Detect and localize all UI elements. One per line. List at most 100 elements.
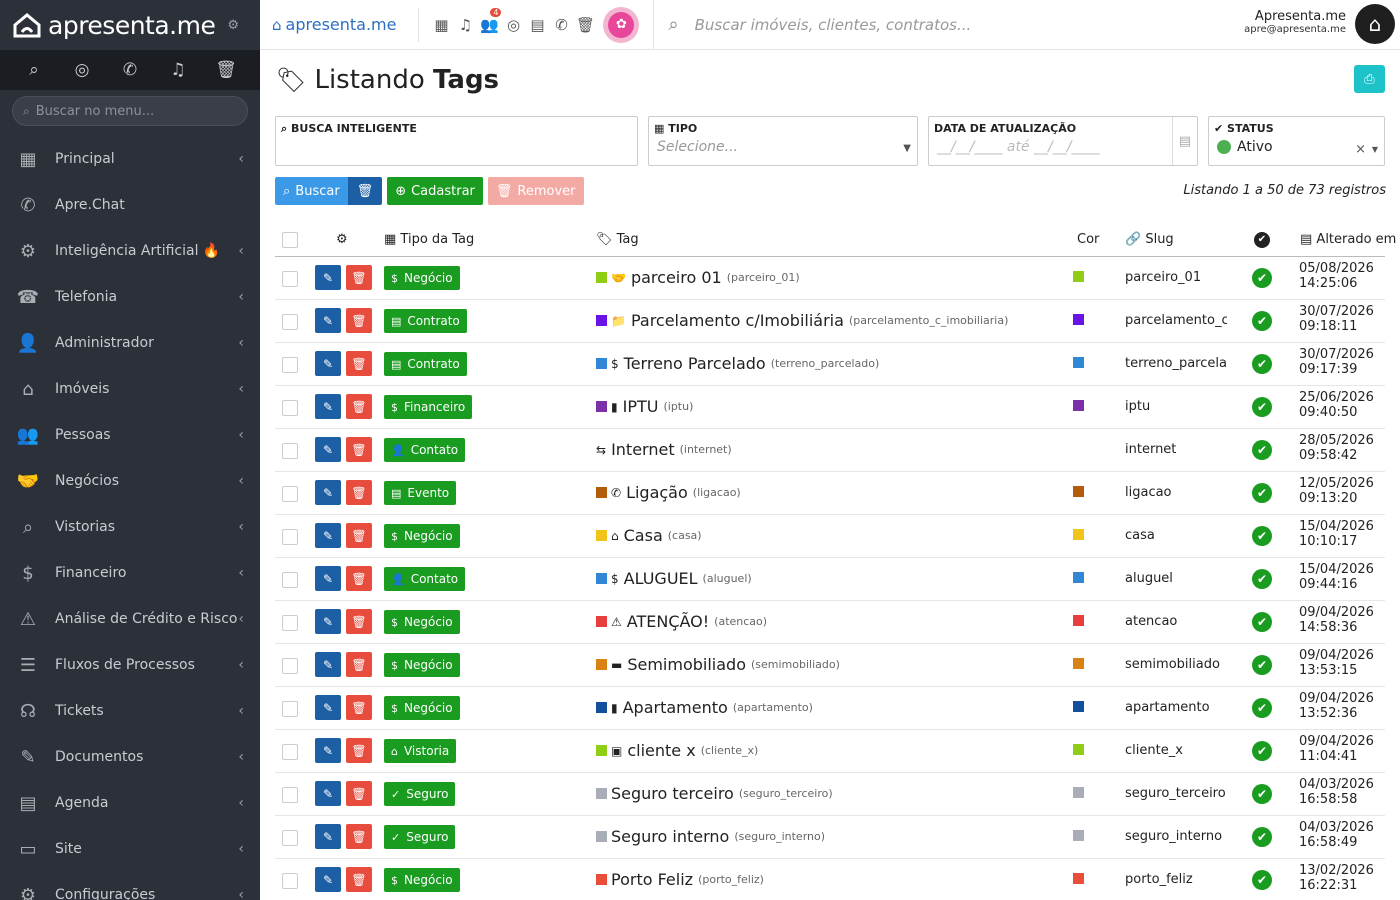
smart-search-field[interactable]: ⌕ BUSCA INTELIGENTE <box>275 116 638 166</box>
sidebar-item-1[interactable]: ✆ Apre.Chat <box>0 182 260 228</box>
edit-button[interactable]: ✎ <box>315 265 341 290</box>
calendar-icon[interactable]: ▤ <box>1172 117 1197 165</box>
row-checkbox[interactable] <box>282 357 298 373</box>
trash-icon[interactable]: 🗑 <box>573 16 597 34</box>
clear-icon[interactable]: × <box>1355 142 1366 157</box>
edit-button[interactable]: ✎ <box>315 781 341 806</box>
row-checkbox[interactable] <box>282 572 298 588</box>
sidebar-item-7[interactable]: 🤝 Negócios ‹ <box>0 458 260 504</box>
delete-button[interactable]: 🗑 <box>346 738 372 763</box>
row-checkbox[interactable] <box>282 615 298 631</box>
sidebar-item-5[interactable]: ⌂ Imóveis ‹ <box>0 366 260 412</box>
delete-button[interactable]: 🗑 <box>346 308 372 333</box>
row-checkbox[interactable] <box>282 271 298 287</box>
edit-button[interactable]: ✎ <box>315 394 341 419</box>
row-checkbox[interactable] <box>282 486 298 502</box>
remove-button[interactable]: 🗑 Remover <box>487 177 584 205</box>
delete-button[interactable]: 🗑 <box>346 609 372 634</box>
sidebar-item-11[interactable]: ☰ Fluxos de Processos ‹ <box>0 642 260 688</box>
ai-assistant-avatar[interactable]: ✿ <box>603 6 640 43</box>
column-slug[interactable]: Slug <box>1145 232 1173 247</box>
status-select[interactable]: ✔ STATUS Ativo × ▼ <box>1208 116 1385 166</box>
sidebar-item-14[interactable]: ▤ Agenda ‹ <box>0 780 260 826</box>
column-color[interactable]: Cor <box>1077 232 1099 247</box>
globe-icon[interactable]: ◎ <box>501 16 525 34</box>
select-all-checkbox[interactable] <box>282 232 298 248</box>
edit-button[interactable]: ✎ <box>315 480 341 505</box>
phone-icon[interactable]: ✆ <box>549 16 573 34</box>
globe-icon[interactable]: ◎ <box>67 60 97 80</box>
column-tag[interactable]: Tag <box>617 232 639 247</box>
delete-button[interactable]: 🗑 <box>346 867 372 892</box>
delete-button[interactable]: 🗑 <box>346 695 372 720</box>
edit-button[interactable]: ✎ <box>315 308 341 333</box>
sidebar-item-13[interactable]: ✎ Documentos ‹ <box>0 734 260 780</box>
row-checkbox[interactable] <box>282 443 298 459</box>
row-checkbox[interactable] <box>282 701 298 717</box>
row-checkbox[interactable] <box>282 529 298 545</box>
row-checkbox[interactable] <box>282 314 298 330</box>
column-updated[interactable]: Alterado em <box>1316 232 1396 247</box>
delete-button[interactable]: 🗑 <box>346 265 372 290</box>
edit-button[interactable]: ✎ <box>315 566 341 591</box>
type-select[interactable]: ▦ TIPO Selecione... ▼ <box>648 116 918 166</box>
settings-toggle-icon[interactable]: ⚙ <box>227 18 239 33</box>
user-avatar[interactable]: ⌂ <box>1355 4 1395 44</box>
delete-button[interactable]: 🗑 <box>346 480 372 505</box>
clear-filters-button[interactable]: 🗑 <box>347 177 383 205</box>
edit-button[interactable]: ✎ <box>315 695 341 720</box>
active-check-icon: ✔ <box>1252 397 1272 417</box>
user-info[interactable]: Apresenta.me apre@apresenta.me <box>1244 9 1346 35</box>
edit-button[interactable]: ✎ <box>315 738 341 763</box>
sidebar-item-0[interactable]: ▦ Principal ‹ <box>0 136 260 182</box>
sidebar-item-16[interactable]: ⚙ Configurações ‹ <box>0 872 260 900</box>
delete-button[interactable]: 🗑 <box>346 566 372 591</box>
sidebar-item-9[interactable]: $ Financeiro ‹ <box>0 550 260 596</box>
edit-button[interactable]: ✎ <box>315 609 341 634</box>
delete-button[interactable]: 🗑 <box>346 781 372 806</box>
sidebar-logo[interactable]: apresenta.me <box>48 11 216 40</box>
row-checkbox[interactable] <box>282 400 298 416</box>
delete-button[interactable]: 🗑 <box>346 351 372 376</box>
sidebar-item-4[interactable]: 👤 Administrador ‹ <box>0 320 260 366</box>
create-button[interactable]: ⊕ Cadastrar <box>387 177 483 205</box>
delete-button[interactable]: 🗑 <box>346 437 372 462</box>
sidebar-item-6[interactable]: 👥 Pessoas ‹ <box>0 412 260 458</box>
global-search-input[interactable]: ⌕ Buscar imóveis, clientes, contratos... <box>653 0 1213 50</box>
sidebar-item-8[interactable]: ⌕ Vistorias ‹ <box>0 504 260 550</box>
sidebar-item-12[interactable]: ☊ Tickets ‹ <box>0 688 260 734</box>
bell-icon[interactable]: ♫ <box>453 16 477 34</box>
search-button[interactable]: ⌕ Buscar <box>275 177 348 205</box>
sidebar-search-input[interactable]: ⌕ Buscar no menu... <box>12 96 248 126</box>
row-checkbox[interactable] <box>282 787 298 803</box>
edit-button[interactable]: ✎ <box>315 824 341 849</box>
edit-button[interactable]: ✎ <box>315 867 341 892</box>
row-checkbox[interactable] <box>282 658 298 674</box>
topbar-logo[interactable]: ⌂ apresenta.me <box>272 15 396 34</box>
trash-icon[interactable]: 🗑 <box>211 60 241 80</box>
row-checkbox[interactable] <box>282 873 298 889</box>
row-checkbox[interactable] <box>282 830 298 846</box>
delete-button[interactable]: 🗑 <box>346 523 372 548</box>
edit-button[interactable]: ✎ <box>315 652 341 677</box>
edit-button[interactable]: ✎ <box>315 523 341 548</box>
sidebar-item-10[interactable]: ⚠ Análise de Crédito e Risco ‹ <box>0 596 260 642</box>
users-icon[interactable]: 👥 4 <box>477 7 502 34</box>
print-button[interactable]: ⎙ <box>1354 65 1385 93</box>
row-checkbox[interactable] <box>282 744 298 760</box>
update-date-range[interactable]: DATA DE ATUALIZAÇÃO __/__/____ até __/__… <box>928 116 1198 166</box>
delete-button[interactable]: 🗑 <box>346 394 372 419</box>
edit-button[interactable]: ✎ <box>315 351 341 376</box>
delete-button[interactable]: 🗑 <box>346 652 372 677</box>
phone-icon[interactable]: ✆ <box>115 60 145 80</box>
bell-icon[interactable]: ♫ <box>163 60 193 80</box>
grid-icon[interactable]: ▦ <box>429 16 453 34</box>
search-icon[interactable]: ⌕ <box>19 60 49 80</box>
sidebar-item-2[interactable]: ⚙ Inteligência Artificial 🔥 ‹ <box>0 228 260 274</box>
column-type[interactable]: Tipo da Tag <box>400 232 474 247</box>
edit-button[interactable]: ✎ <box>315 437 341 462</box>
delete-button[interactable]: 🗑 <box>346 824 372 849</box>
sidebar-item-3[interactable]: ☎ Telefonia ‹ <box>0 274 260 320</box>
sidebar-item-15[interactable]: ▭ Site ‹ <box>0 826 260 872</box>
calendar-icon[interactable]: ▤ <box>525 16 549 34</box>
